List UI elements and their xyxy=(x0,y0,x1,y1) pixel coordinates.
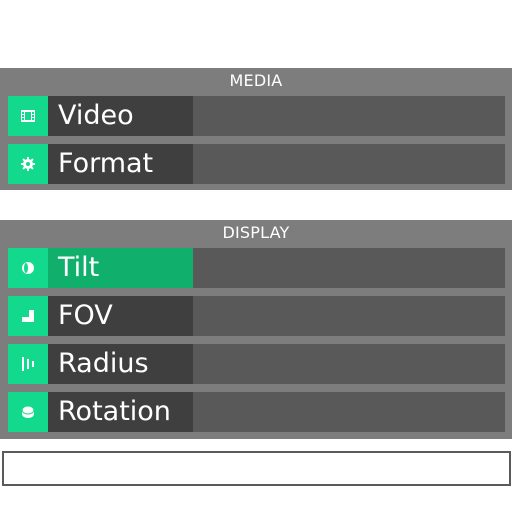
media-item-video-label: Video xyxy=(58,100,134,131)
text-input-field[interactable] xyxy=(2,451,511,486)
radius-icon xyxy=(8,344,48,384)
display-item-tilt[interactable]: Tilt xyxy=(8,248,505,288)
display-item-rotation-label: Rotation xyxy=(58,396,171,427)
media-panel-title: MEDIA xyxy=(229,71,283,90)
gear-icon xyxy=(8,144,48,184)
display-item-radius[interactable]: Radius xyxy=(8,344,505,384)
media-item-video[interactable]: Video xyxy=(8,96,505,136)
display-panel: DISPLAY Tilt FOV Radius Rotation xyxy=(0,220,512,439)
tilt-icon xyxy=(8,248,48,288)
display-item-rotation[interactable]: Rotation xyxy=(8,392,505,432)
display-panel-title: DISPLAY xyxy=(222,223,290,242)
display-item-radius-label: Radius xyxy=(58,348,149,379)
display-item-fov[interactable]: FOV xyxy=(8,296,505,336)
film-icon xyxy=(8,96,48,136)
media-panel: MEDIA Video Format xyxy=(0,68,512,190)
display-item-tilt-label: Tilt xyxy=(58,252,100,283)
rotation-icon xyxy=(8,392,48,432)
media-item-format-label: Format xyxy=(58,148,154,179)
display-item-fov-label: FOV xyxy=(58,300,113,331)
fov-icon xyxy=(8,296,48,336)
media-item-format[interactable]: Format xyxy=(8,144,505,184)
